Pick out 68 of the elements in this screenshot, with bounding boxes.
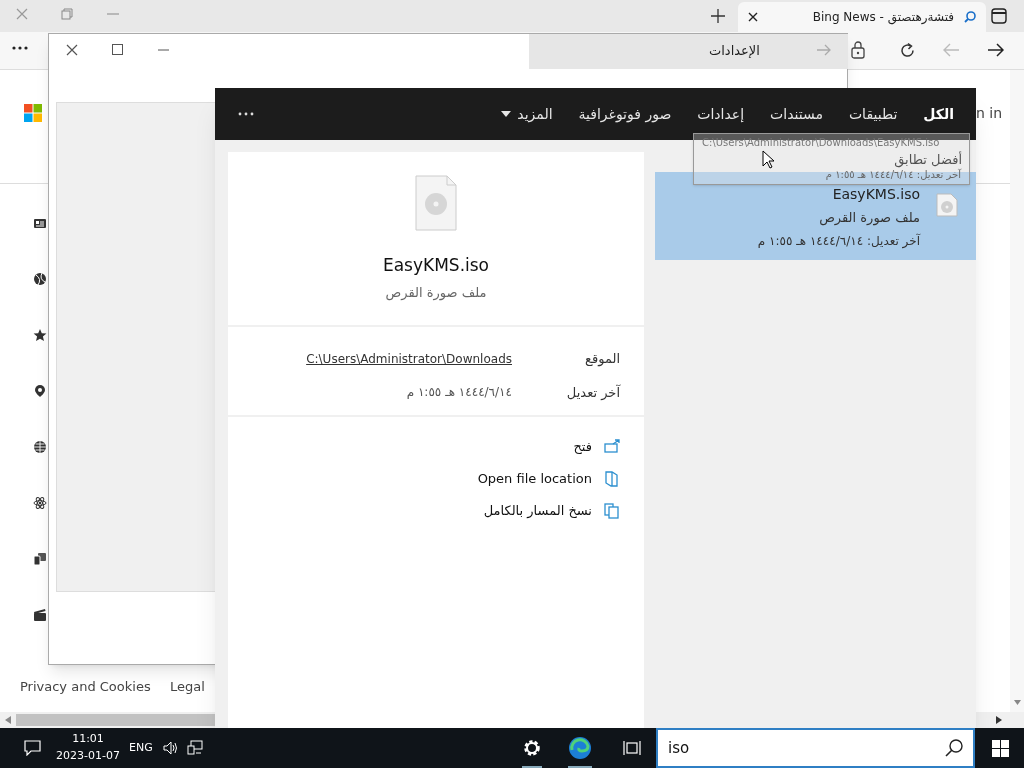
refresh-icon[interactable] [899,42,916,59]
gear-icon[interactable] [522,738,542,758]
browser-tab[interactable]: Bing News - فتشةرهتصتق [738,2,986,32]
location-pin-icon[interactable] [33,384,47,398]
network-icon[interactable] [187,740,203,756]
search-tab[interactable]: صور فوتوغرافية [578,88,672,140]
star-icon[interactable] [33,328,47,342]
more-icon[interactable] [237,112,255,116]
location-link[interactable]: C:\Users\Administrator\Downloads [306,349,512,368]
more-icon[interactable] [12,46,28,50]
tooltip-text: C:\Users\Administrator\Downloads\EasyKMS.iso [702,137,940,149]
clock-time: 11:01 [71,731,105,747]
search-field[interactable]: iso [656,728,975,768]
footer-link[interactable]: Privacy and Cookies [20,677,151,697]
news-icon[interactable] [33,216,47,230]
globe-icon[interactable] [33,440,47,454]
close-icon[interactable] [65,43,79,57]
devices-icon[interactable] [33,552,47,566]
clock-date: 2023-01-07 [56,748,120,764]
scroll-right-icon[interactable] [996,716,1002,724]
detail-label: الموقع [584,350,620,369]
forward-arrow-icon[interactable] [987,43,1004,57]
task-view-icon[interactable] [623,740,641,756]
caret-icon [501,111,512,117]
footer-link[interactable]: Legal [170,677,205,697]
more-dropdown[interactable]: المزيد [501,88,553,140]
ball-icon[interactable] [33,272,47,286]
result-type: ملف صورة القرص [819,209,920,228]
clapper-icon[interactable] [33,608,47,622]
browser-icon[interactable] [568,736,592,760]
folder-icon [604,471,620,487]
open-icon [604,439,620,455]
result-name: EasyKMS.iso [832,185,920,204]
copy-icon [604,503,620,519]
action-button[interactable]: Open file location [228,469,620,489]
language-indicator[interactable]: ENG [129,740,153,757]
close-icon[interactable] [748,12,758,22]
windows-logo-icon[interactable] [992,740,1009,757]
disc-file-icon [936,193,958,217]
tab-layout-icon[interactable] [991,8,1007,24]
detail-label: آخر تعديل [565,383,620,402]
microsoft-logo-icon [24,104,42,122]
result-date: آخر تعديل: ١٤٤٤/٦/١٤ هـ ١:٥٥ م [757,232,920,250]
search-icon [964,11,976,23]
tooltip-text: آخر تعديل: ١٤٤٤/٦/١٤ هـ ١:٥٥ م [825,169,961,181]
lock-icon[interactable] [851,41,865,59]
atom-icon[interactable] [33,496,47,510]
search-tab[interactable]: الكل [923,88,954,140]
scroll-down-icon[interactable] [1014,700,1021,705]
tab-title: Bing News - فتشةرهتصتق [812,9,954,26]
new-tab-icon[interactable] [711,9,725,23]
disc-file-icon [415,175,457,231]
file-name: EasyKMS.iso [382,254,490,277]
maximize-icon[interactable] [112,44,123,55]
file-type: ملف صورة القرص [385,283,487,302]
notification-icon[interactable] [24,740,41,756]
speaker-icon[interactable] [163,741,179,755]
scrollbar-thumb[interactable] [16,714,216,726]
action-button[interactable]: فتح [228,437,620,457]
search-tab[interactable]: تطبيقات [848,88,898,140]
detail-value: ١٤٤٤/٦/١٤ هـ ١:٥٥ م [406,384,512,402]
sign-in-link[interactable]: n in [976,103,1003,124]
cursor-icon [762,150,774,169]
section-heading: أفضل تطابق [894,152,962,168]
action-button[interactable]: نسخ المسار بالكامل [228,501,620,521]
search-icon [945,739,963,757]
scroll-left-icon[interactable] [5,716,11,724]
window-title: الإعدادات [709,42,760,60]
